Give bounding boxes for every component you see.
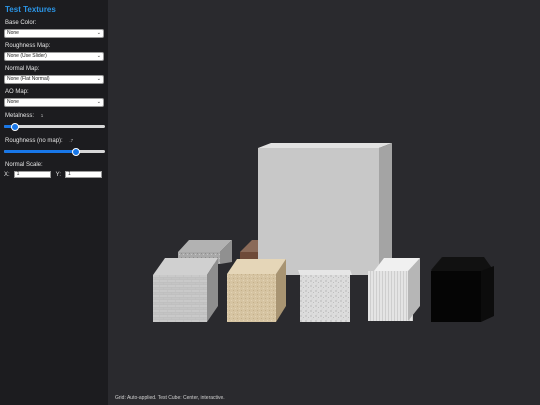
speckled-stone-cube[interactable] <box>298 270 352 322</box>
normal-map-select[interactable]: None (Flat Normal) ⌄ <box>4 75 104 84</box>
ao-map-select[interactable]: None ⌄ <box>4 98 104 107</box>
metalness-label: Metalness: 1 <box>5 112 104 120</box>
3d-viewport[interactable] <box>108 0 540 405</box>
metalness-slider[interactable] <box>4 122 105 131</box>
chevron-down-icon: ⌄ <box>96 99 101 105</box>
normal-scale-y-input[interactable]: 1 <box>65 171 103 178</box>
ao-map-label: AO Map: <box>5 89 29 95</box>
normal-scale-x-label: X: <box>4 171 10 178</box>
metalness-label-text: Metalness: <box>5 113 35 119</box>
sand-cube[interactable] <box>227 259 286 322</box>
base-color-value: None <box>7 30 19 36</box>
roughness-label: Roughness (no map): .7 <box>5 137 104 145</box>
slider-thumb[interactable] <box>71 148 80 156</box>
roughness-map-label: Roughness Map: <box>5 43 51 49</box>
large-gray-cube[interactable] <box>258 143 392 275</box>
black-cube[interactable] <box>431 257 494 322</box>
slider-thumb[interactable] <box>11 123 20 131</box>
chevron-down-icon: ⌄ <box>96 30 101 36</box>
status-text: Grid: Auto-applied. Test Cube: Center, i… <box>115 395 225 401</box>
control-panel: Test Textures Base Color: None ⌄ Roughne… <box>0 0 108 405</box>
roughness-map-select[interactable]: None (Use Slider) ⌄ <box>4 52 104 61</box>
roughness-label-text: Roughness (no map): <box>5 138 63 144</box>
normal-map-value: None (Flat Normal) <box>7 76 50 82</box>
roughness-map-value: None (Use Slider) <box>7 53 47 59</box>
base-color-label: Base Color: <box>5 20 37 26</box>
base-color-select[interactable]: None ⌄ <box>4 29 104 38</box>
chevron-down-icon: ⌄ <box>96 76 101 82</box>
slider-track <box>4 125 105 128</box>
normal-scale-row: X: 1 Y: 1 <box>4 171 104 178</box>
brick-cube[interactable] <box>153 258 218 322</box>
ao-map-value: None <box>7 99 19 105</box>
metalness-value: 1 <box>40 113 44 118</box>
normal-scale-label: Normal Scale: <box>5 162 43 168</box>
normal-scale-x-input[interactable]: 1 <box>13 171 51 178</box>
roughness-slider[interactable] <box>4 147 105 156</box>
normal-map-label: Normal Map: <box>5 66 40 72</box>
slider-fill <box>4 150 75 153</box>
panel-title: Test Textures <box>5 5 56 14</box>
chevron-down-icon: ⌄ <box>96 53 101 59</box>
normal-scale-y-label: Y: <box>55 171 62 178</box>
roughness-value: .7 <box>69 138 74 143</box>
